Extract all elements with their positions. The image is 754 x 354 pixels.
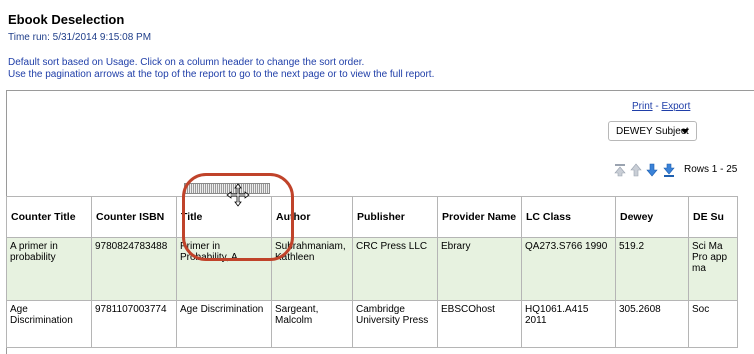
table-header-row: Counter Title Counter ISBN Title Author … bbox=[6, 196, 738, 238]
table-cell: Age Discrimination bbox=[6, 300, 92, 348]
info-line-2: Use the pagination arrows at the top of … bbox=[8, 69, 435, 80]
rows-range-label: Rows 1 - 25 bbox=[684, 164, 738, 175]
table-cell: HQ1061.A415 2011 bbox=[521, 300, 616, 348]
column-header[interactable]: Publisher bbox=[352, 196, 438, 238]
previous-page-icon[interactable] bbox=[630, 163, 642, 177]
report-page: Ebook Deselection Time run: 5/31/2014 9:… bbox=[0, 0, 754, 354]
column-header[interactable]: Counter ISBN bbox=[91, 196, 177, 238]
first-page-icon[interactable] bbox=[614, 163, 626, 177]
dropdown-value: DEWEY Subject bbox=[616, 126, 689, 137]
table-cell: Ebrary bbox=[437, 237, 522, 301]
table-cell: EBSCOhost bbox=[437, 300, 522, 348]
table-cell: 519.2 bbox=[615, 237, 689, 301]
table-cell: 305.2608 bbox=[615, 300, 689, 348]
table-row: A primer in probability 9780824783488 Pr… bbox=[6, 237, 738, 301]
export-link[interactable]: Export bbox=[661, 101, 690, 112]
print-link[interactable]: Print bbox=[632, 101, 653, 112]
table-cell: CRC Press LLC bbox=[352, 237, 438, 301]
table-cell: Cambridge University Press bbox=[352, 300, 438, 348]
report-frame-top bbox=[6, 90, 754, 91]
table-cell: Sci Ma Pro app ma bbox=[688, 237, 738, 301]
print-export-links: Print - Export bbox=[632, 101, 690, 112]
column-header[interactable]: LC Class bbox=[521, 196, 616, 238]
time-run: Time run: 5/31/2014 9:15:08 PM bbox=[8, 32, 152, 43]
column-header[interactable]: Provider Name bbox=[437, 196, 522, 238]
info-line-1: Default sort based on Usage. Click on a … bbox=[8, 57, 365, 68]
chevron-down-icon bbox=[681, 129, 689, 134]
column-header[interactable]: Dewey bbox=[615, 196, 689, 238]
dewey-subject-dropdown[interactable]: DEWEY Subject bbox=[608, 121, 697, 141]
next-page-icon[interactable] bbox=[646, 163, 658, 177]
ebook-table: Counter Title Counter ISBN Title Author … bbox=[6, 196, 738, 348]
table-cell: 9780824783488 bbox=[91, 237, 177, 301]
last-page-icon[interactable] bbox=[662, 163, 676, 177]
report-title: Ebook Deselection bbox=[8, 12, 125, 27]
table-cell: Sargeant, Malcolm bbox=[271, 300, 353, 348]
column-header[interactable]: Counter Title bbox=[6, 196, 92, 238]
table-cell: 9781107003774 bbox=[91, 300, 177, 348]
column-header[interactable]: DE Su bbox=[688, 196, 738, 238]
highlight-annotation bbox=[182, 173, 294, 261]
table-cell: Age Discrimination bbox=[176, 300, 272, 348]
table-cell: Soc bbox=[688, 300, 738, 348]
table-cell: QA273.S766 1990 bbox=[521, 237, 616, 301]
table-row: Age Discrimination 9781107003774 Age Dis… bbox=[6, 300, 738, 348]
table-cell: A primer in probability bbox=[6, 237, 92, 301]
